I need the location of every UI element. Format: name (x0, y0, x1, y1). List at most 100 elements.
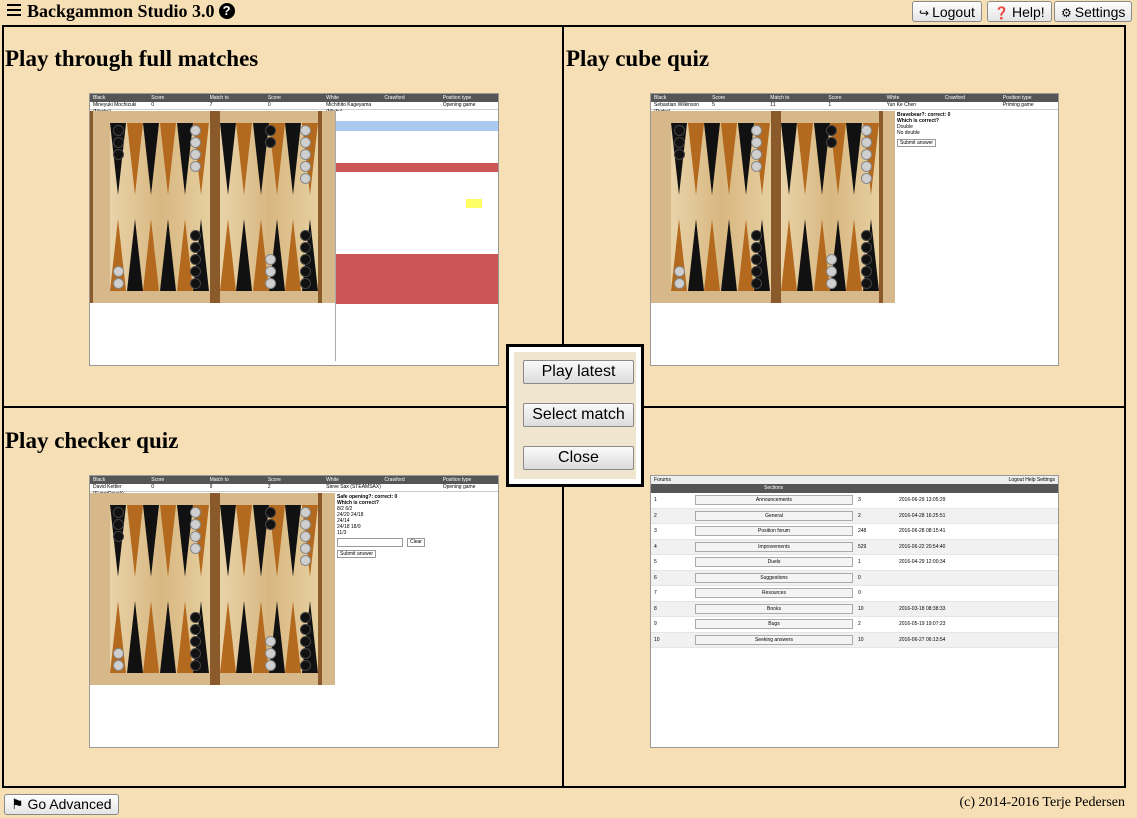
checker[interactable] (113, 278, 124, 289)
play-cube-quiz-title[interactable]: Play cube quiz (566, 46, 709, 72)
checker[interactable] (751, 266, 762, 277)
checker[interactable] (751, 149, 762, 160)
checker[interactable] (113, 531, 124, 542)
checker[interactable] (190, 137, 201, 148)
checker[interactable] (826, 125, 837, 136)
checker[interactable] (826, 254, 837, 265)
checker[interactable] (265, 278, 276, 289)
checker[interactable] (751, 242, 762, 253)
board-point[interactable] (236, 505, 253, 577)
checker[interactable] (113, 507, 124, 518)
checker[interactable] (190, 531, 201, 542)
checker[interactable] (861, 137, 872, 148)
checker[interactable] (300, 531, 311, 542)
checker[interactable] (190, 660, 201, 671)
checker[interactable] (861, 149, 872, 160)
board-point[interactable] (220, 123, 236, 195)
cube-option-no-double[interactable]: No double (897, 130, 1055, 136)
board-point[interactable] (781, 123, 797, 195)
checker[interactable] (300, 266, 311, 277)
checker[interactable] (190, 278, 201, 289)
checker[interactable] (265, 266, 276, 277)
checker[interactable] (190, 242, 201, 253)
forum-section-button[interactable]: Books (695, 603, 853, 614)
checker[interactable] (751, 137, 762, 148)
logout-button[interactable]: ↪ Logout (912, 1, 982, 22)
forum-section-button[interactable]: Improvements (695, 541, 853, 552)
checker[interactable] (265, 137, 276, 148)
checker[interactable] (826, 278, 837, 289)
board-point[interactable] (236, 123, 253, 195)
checker[interactable] (674, 266, 685, 277)
forum-section-button[interactable]: Resources (695, 588, 853, 599)
board-point[interactable] (721, 219, 737, 291)
checker[interactable] (190, 266, 201, 277)
play-matches-title[interactable]: Play through full matches (5, 46, 258, 72)
board-point[interactable] (126, 219, 143, 291)
checker[interactable] (265, 254, 276, 265)
checker[interactable] (300, 278, 311, 289)
forum-section-button[interactable]: General (695, 510, 853, 521)
hamburger-menu-icon[interactable] (7, 4, 21, 18)
checker[interactable] (190, 230, 201, 241)
board-point[interactable] (687, 219, 704, 291)
checker[interactable] (190, 624, 201, 635)
board-point[interactable] (285, 505, 302, 577)
checker[interactable] (826, 137, 837, 148)
question-circle-icon[interactable]: ? (218, 3, 235, 19)
settings-button[interactable]: ⚙ Settings (1054, 1, 1133, 22)
checker[interactable] (751, 125, 762, 136)
board-point[interactable] (220, 601, 236, 673)
forums-preview[interactable]: Forums Logout Help Settings Sections 1 An… (650, 475, 1059, 748)
board-point[interactable] (846, 123, 863, 195)
play-checker-quiz-title[interactable]: Play checker quiz (5, 428, 178, 454)
board-point[interactable] (704, 123, 721, 195)
checker[interactable] (190, 648, 201, 659)
checker[interactable] (300, 507, 311, 518)
checker[interactable] (113, 149, 124, 160)
checker[interactable] (265, 636, 276, 647)
checker[interactable] (265, 648, 276, 659)
board-point[interactable] (721, 123, 737, 195)
checker[interactable] (300, 636, 311, 647)
checker[interactable] (113, 519, 124, 530)
board-point[interactable] (797, 219, 814, 291)
checker[interactable] (861, 254, 872, 265)
checker[interactable] (190, 507, 201, 518)
cube-submit-button[interactable]: Submit answer (897, 139, 937, 147)
board-point[interactable] (160, 123, 176, 195)
checker[interactable] (751, 254, 762, 265)
checker[interactable] (113, 125, 124, 136)
go-advanced-button[interactable]: ⚑ Go Advanced (4, 794, 119, 815)
checker[interactable] (113, 137, 124, 148)
checker[interactable] (113, 660, 124, 671)
matches-preview[interactable]: Black Score Match to Score White Crawford Posi… (89, 93, 499, 366)
checker[interactable] (751, 230, 762, 241)
checker-option[interactable]: 11/3 (337, 530, 495, 536)
checker[interactable] (265, 125, 276, 136)
checker[interactable] (861, 125, 872, 136)
checker[interactable] (826, 266, 837, 277)
checker[interactable] (113, 648, 124, 659)
checker[interactable] (300, 648, 311, 659)
board-point[interactable] (846, 219, 863, 291)
checker[interactable] (265, 507, 276, 518)
checker[interactable] (861, 242, 872, 253)
checker[interactable] (300, 125, 311, 136)
checker[interactable] (190, 636, 201, 647)
forum-section-button[interactable]: Suggestions (695, 572, 853, 583)
checker[interactable] (674, 278, 685, 289)
checker[interactable] (190, 254, 201, 265)
checker[interactable] (300, 161, 311, 172)
board-point[interactable] (687, 123, 704, 195)
forum-section-button[interactable]: Duels (695, 557, 853, 568)
checker-submit-button[interactable]: Submit answer (337, 550, 377, 558)
checker[interactable] (300, 242, 311, 253)
checker[interactable] (190, 125, 201, 136)
forum-section-button[interactable]: Seeking answers (695, 634, 853, 645)
checker-answer-input[interactable] (337, 538, 403, 547)
checker[interactable] (861, 278, 872, 289)
checker[interactable] (300, 137, 311, 148)
play-latest-button[interactable]: Play latest (523, 360, 634, 384)
checker[interactable] (265, 519, 276, 530)
